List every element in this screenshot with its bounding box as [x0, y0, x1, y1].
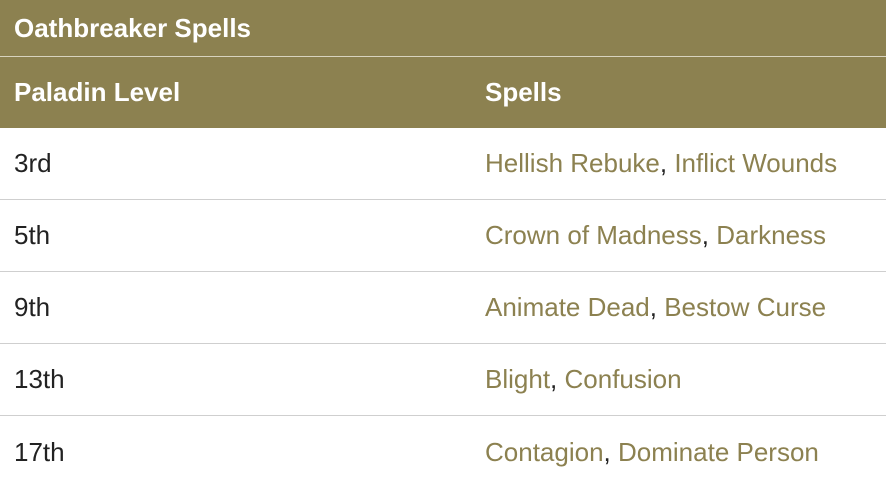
row-spells: Crown of Madness, Darkness — [485, 220, 886, 251]
oathbreaker-spells-table: Oathbreaker Spells Paladin Level Spells … — [0, 0, 886, 480]
table-row: 17th Contagion, Dominate Person — [0, 416, 886, 480]
header-paladin-level: Paladin Level — [14, 77, 181, 107]
spell-separator: , — [659, 148, 675, 178]
table-caption: Oathbreaker Spells — [0, 0, 886, 57]
spell-link[interactable]: Contagion — [485, 437, 604, 467]
row-spells: Contagion, Dominate Person — [485, 437, 886, 468]
row-level: 3rd — [14, 148, 52, 178]
spell-link[interactable]: Hellish Rebuke — [485, 148, 660, 178]
spell-link[interactable]: Darkness — [716, 220, 826, 250]
table-row: 5th Crown of Madness, Darkness — [0, 200, 886, 272]
header-spells: Spells — [485, 77, 562, 107]
row-level: 17th — [14, 436, 65, 467]
spell-link[interactable]: Confusion — [565, 364, 682, 394]
spell-link[interactable]: Blight — [485, 364, 550, 394]
row-spells: Blight, Confusion — [485, 364, 886, 395]
spell-link[interactable]: Animate Dead — [485, 292, 650, 322]
row-level: 9th — [14, 292, 51, 322]
table-header-row: Paladin Level Spells — [0, 57, 886, 128]
table-row: 13th Blight, Confusion — [0, 344, 886, 416]
table-row: 9th Animate Dead, Bestow Curse — [0, 272, 886, 344]
table-row: 3rd Hellish Rebuke, Inflict Wounds — [0, 128, 886, 200]
spell-separator: , — [649, 292, 665, 322]
row-spells: Hellish Rebuke, Inflict Wounds — [485, 148, 886, 179]
spell-link[interactable]: Bestow Curse — [664, 292, 826, 322]
row-level: 5th — [14, 220, 51, 250]
spell-separator: , — [701, 220, 717, 250]
row-spells: Animate Dead, Bestow Curse — [485, 292, 886, 323]
spell-link[interactable]: Inflict Wounds — [674, 148, 837, 178]
spell-separator: , — [603, 436, 618, 467]
spell-link[interactable]: Crown of Madness — [485, 220, 702, 250]
spell-separator: , — [550, 364, 565, 394]
row-level: 13th — [14, 364, 65, 394]
table-caption-text: Oathbreaker Spells — [14, 12, 251, 43]
spell-link[interactable]: Dominate Person — [618, 437, 819, 467]
